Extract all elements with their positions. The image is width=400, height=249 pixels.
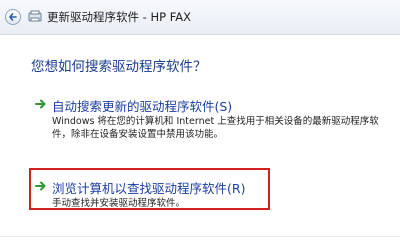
back-arrow-icon	[9, 13, 17, 21]
option-auto-search-title: 自动搜索更新的驱动程序软件(S)	[52, 99, 233, 114]
title-bar: 更新驱动程序软件 - HP FAX	[0, 0, 400, 35]
page-question: 您想如何搜索驱动程序软件？	[31, 59, 207, 75]
back-button[interactable]	[5, 9, 21, 25]
option-auto-search-description: Windows 将在您的计算机和 Internet 上查找用于相关设备的最新驱动…	[52, 116, 379, 140]
green-arrow-icon	[35, 99, 46, 109]
window-title: 更新驱动程序软件 - HP FAX	[47, 10, 192, 24]
divider	[0, 236, 400, 237]
device-icon	[28, 10, 42, 22]
highlight-box	[29, 168, 270, 210]
